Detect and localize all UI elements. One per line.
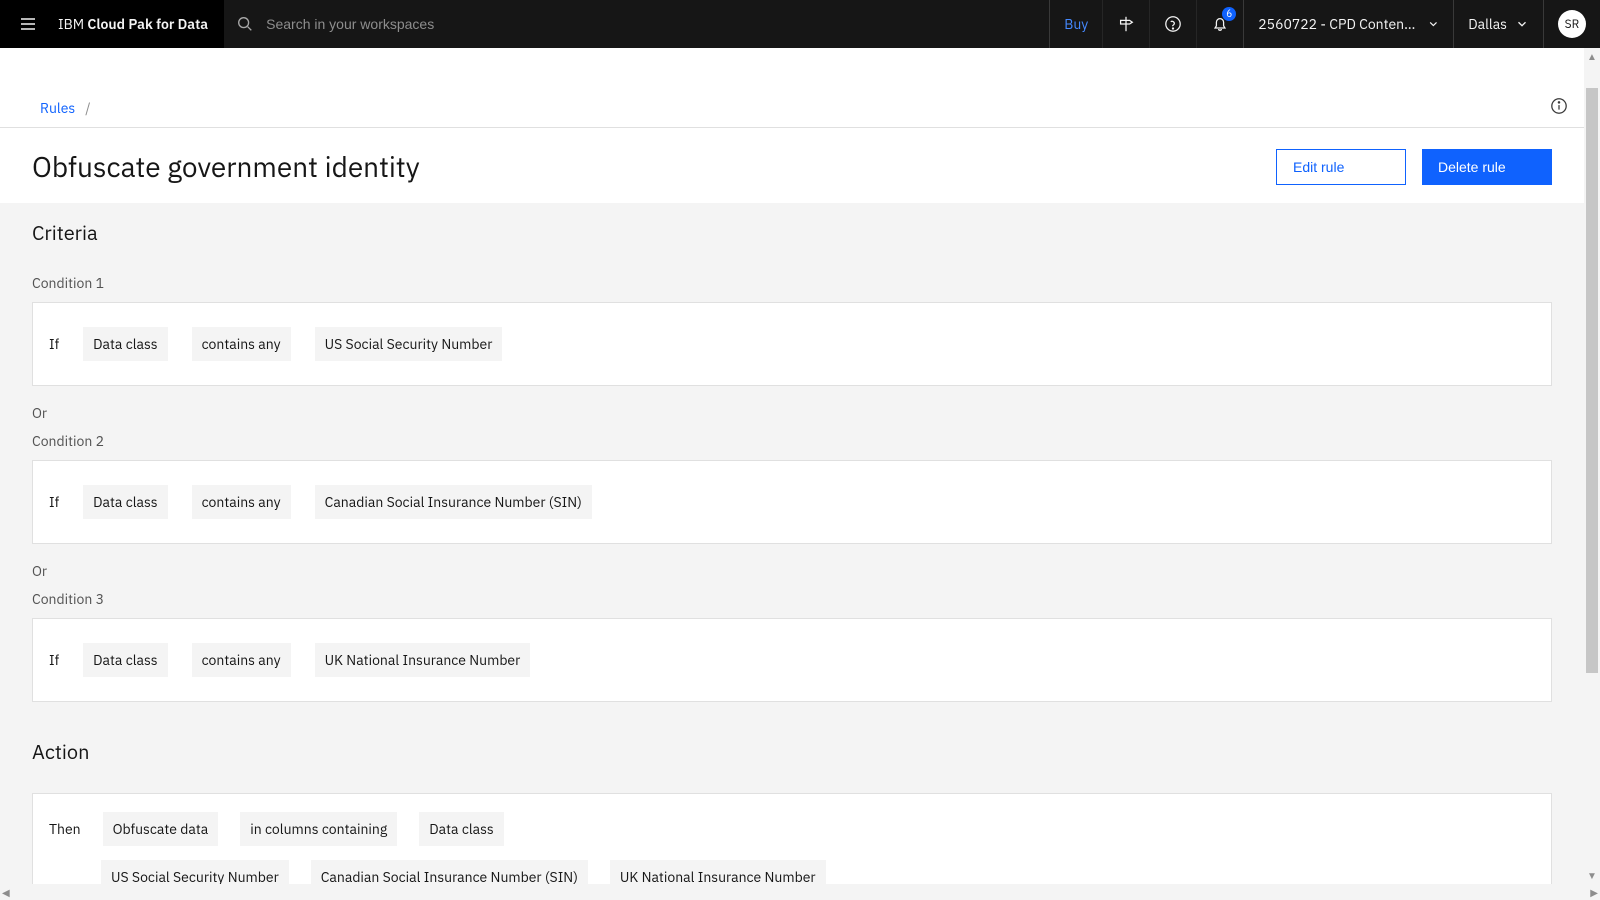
help-button[interactable] — [1149, 0, 1196, 48]
action-chip: Obfuscate data — [103, 812, 219, 846]
condition-label: Condition 1 — [32, 274, 1552, 292]
main-scroll-area[interactable]: Criteria Condition 1 If Data class conta… — [0, 203, 1584, 884]
brand-label: IBM Cloud Pak for Data — [58, 15, 208, 33]
info-icon — [1550, 97, 1568, 115]
or-label: Or — [32, 562, 1552, 580]
condition-keyword: If — [49, 493, 59, 511]
scroll-right-arrow-icon[interactable]: ▶ — [1590, 886, 1598, 899]
content-wrap: Rules / Obfuscate government identity Ed… — [0, 88, 1584, 884]
user-avatar[interactable]: SR — [1558, 10, 1586, 38]
header-left: IBM Cloud Pak for Data — [0, 0, 224, 48]
title-row: Obfuscate government identity Edit rule … — [0, 128, 1584, 203]
avatar-wrap: SR — [1543, 0, 1600, 48]
vertical-scrollbar[interactable]: ▲ ▼ — [1584, 48, 1600, 884]
condition-chip: contains any — [192, 485, 291, 519]
buy-link[interactable]: Buy — [1049, 0, 1102, 48]
condition-chip: Data class — [83, 327, 167, 361]
breadcrumb: Rules / — [0, 88, 1584, 128]
condition-chip: Data class — [83, 643, 167, 677]
action-card: Then Obfuscate data in columns containin… — [32, 793, 1552, 884]
action-chip: in columns containing — [240, 812, 397, 846]
region-selector[interactable]: Dallas — [1453, 0, 1543, 48]
scroll-left-arrow-icon[interactable]: ◀ — [2, 886, 10, 899]
action-chip: Canadian Social Insurance Number (SIN) — [311, 860, 588, 884]
action-keyword: Then — [49, 820, 81, 838]
action-row: US Social Security Number Canadian Socia… — [49, 860, 1535, 884]
breadcrumb-separator: / — [85, 99, 90, 117]
condition-chip: contains any — [192, 327, 291, 361]
notifications-button[interactable]: 6 — [1196, 0, 1243, 48]
condition-card: If Data class contains any Canadian Soci… — [32, 460, 1552, 544]
action-row: Then Obfuscate data in columns containin… — [49, 812, 1535, 846]
notification-badge: 6 — [1222, 7, 1236, 21]
search-icon — [236, 15, 254, 33]
info-button[interactable] — [1550, 97, 1568, 119]
horizontal-scrollbar[interactable]: ◀ ▶ — [0, 884, 1600, 900]
condition-chip: US Social Security Number — [315, 327, 503, 361]
condition-card: If Data class contains any UK National I… — [32, 618, 1552, 702]
delete-rule-button[interactable]: Delete rule — [1422, 149, 1552, 185]
signpost-button[interactable] — [1102, 0, 1149, 48]
action-chip: Data class — [419, 812, 503, 846]
condition-chip: contains any — [192, 643, 291, 677]
workspace-selector[interactable]: 2560722 - CPD Content D... — [1243, 0, 1453, 48]
action-chip: US Social Security Number — [101, 860, 289, 884]
chevron-down-icon — [1515, 17, 1529, 31]
condition-chip: Data class — [83, 485, 167, 519]
page-title: Obfuscate government identity — [32, 148, 420, 185]
hamburger-icon — [18, 14, 38, 34]
or-label: Or — [32, 404, 1552, 422]
brand-bold: Cloud Pak for Data — [87, 15, 208, 33]
brand-prefix: IBM — [58, 15, 87, 33]
title-actions: Edit rule Delete rule — [1276, 149, 1552, 185]
app-header: IBM Cloud Pak for Data Buy 6 — [0, 0, 1600, 48]
edit-rule-button[interactable]: Edit rule — [1276, 149, 1406, 185]
action-chip: UK National Insurance Number — [610, 860, 826, 884]
signpost-icon — [1117, 15, 1135, 33]
help-icon — [1164, 15, 1182, 33]
condition-keyword: If — [49, 335, 59, 353]
header-right: Buy 6 2560722 - CPD Content D... Dallas — [1049, 0, 1600, 48]
vertical-scroll-thumb[interactable] — [1586, 88, 1598, 673]
criteria-heading: Criteria — [32, 219, 1552, 246]
search-input[interactable] — [266, 16, 1037, 32]
condition-keyword: If — [49, 651, 59, 669]
condition-label: Condition 2 — [32, 432, 1552, 450]
workspace-label: 2560722 - CPD Content D... — [1258, 15, 1416, 33]
region-label: Dallas — [1468, 15, 1507, 33]
condition-chip: UK National Insurance Number — [315, 643, 531, 677]
action-heading: Action — [32, 738, 1552, 765]
scroll-down-arrow-icon[interactable]: ▼ — [1587, 869, 1597, 882]
condition-chip: Canadian Social Insurance Number (SIN) — [315, 485, 592, 519]
hamburger-menu-button[interactable] — [4, 0, 52, 48]
condition-card: If Data class contains any US Social Sec… — [32, 302, 1552, 386]
breadcrumb-root-link[interactable]: Rules — [40, 99, 75, 117]
global-search[interactable] — [224, 0, 1049, 48]
chevron-down-icon — [1427, 17, 1440, 31]
scroll-up-arrow-icon[interactable]: ▲ — [1587, 50, 1597, 63]
condition-label: Condition 3 — [32, 590, 1552, 608]
